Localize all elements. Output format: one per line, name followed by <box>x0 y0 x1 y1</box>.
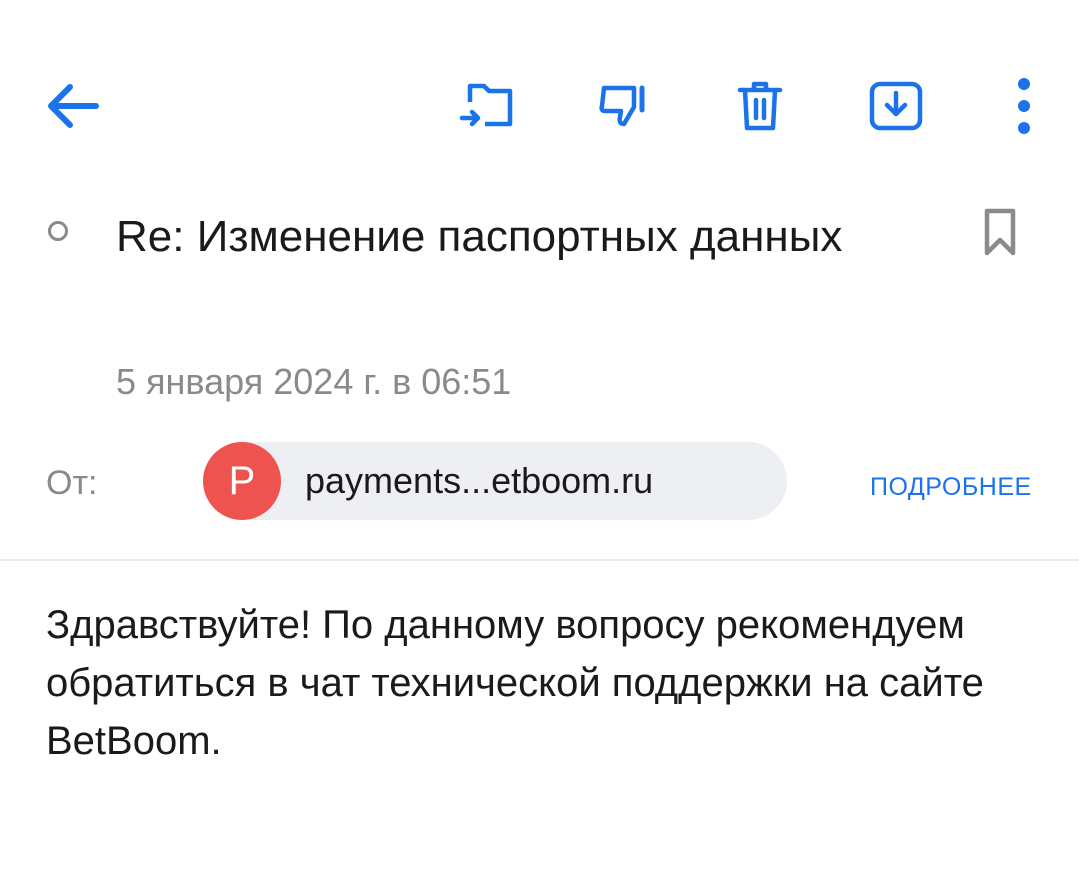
message-date: 5 января 2024 г. в 06:51 <box>116 361 512 402</box>
trash-icon <box>737 81 783 131</box>
toolbar <box>0 0 1079 200</box>
avatar: P <box>203 442 281 520</box>
move-to-folder-button[interactable] <box>446 64 530 148</box>
bookmark-button[interactable] <box>968 200 1032 264</box>
more-vertical-icon <box>1018 78 1030 134</box>
message-subject: Re: Изменение паспортных данных <box>116 212 843 261</box>
message-body: Здравствуйте! По данному вопросу рекомен… <box>46 603 984 763</box>
from-label: От: <box>46 464 98 502</box>
email-view: Re: Изменение паспортных данных 5 января… <box>0 0 1079 873</box>
thumb-down-icon <box>599 85 645 127</box>
delete-button[interactable] <box>718 64 802 148</box>
spam-button[interactable] <box>582 64 666 148</box>
folder-move-icon <box>459 83 513 127</box>
details-link[interactable]: ПОДРОБНЕЕ <box>870 471 1032 503</box>
archive-download-icon <box>869 81 923 131</box>
archive-button[interactable] <box>854 64 938 148</box>
read-status-toggle[interactable] <box>48 221 68 241</box>
sender-email: payments...etboom.ru <box>305 460 654 501</box>
arrow-left-icon <box>48 84 99 128</box>
sender-chip[interactable]: P payments...etboom.ru <box>203 442 787 520</box>
divider <box>0 559 1079 561</box>
back-button[interactable] <box>30 64 114 148</box>
more-options-button[interactable] <box>994 64 1054 148</box>
bookmark-icon <box>984 208 1016 256</box>
